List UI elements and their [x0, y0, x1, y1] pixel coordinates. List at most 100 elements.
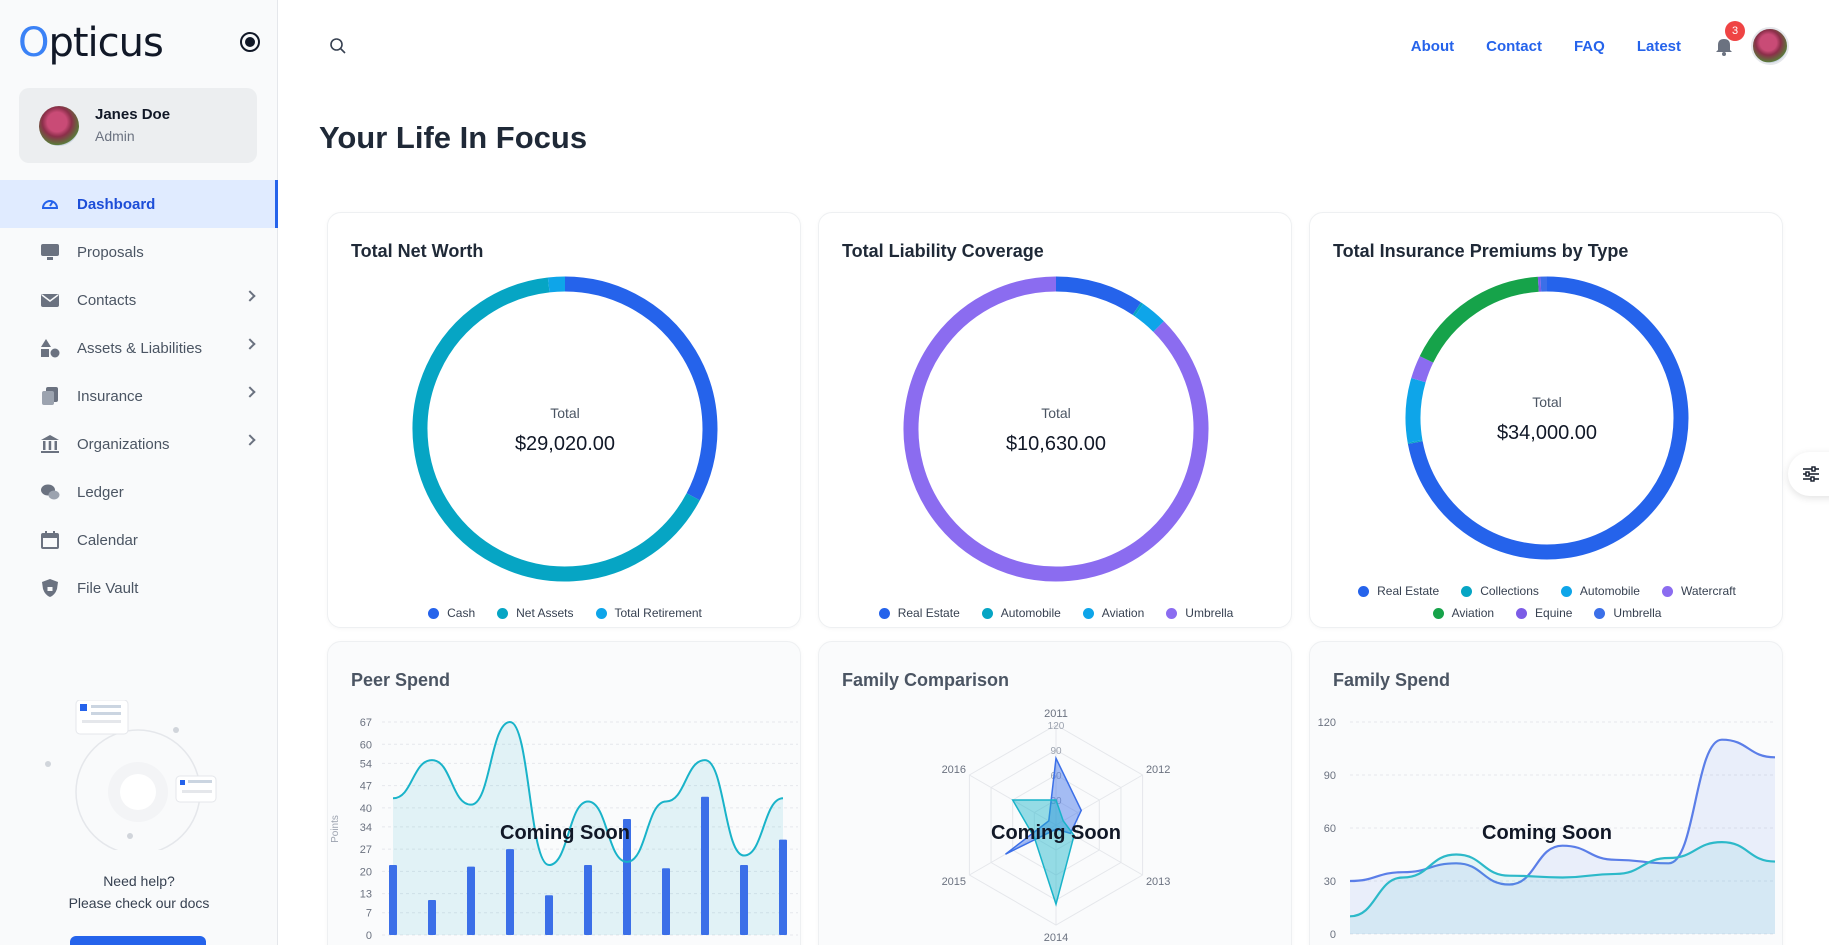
sidebar-item-contacts[interactable]: Contacts — [0, 276, 278, 324]
bar — [779, 839, 787, 935]
y-tick-label: 30 — [1324, 876, 1336, 888]
profile-avatar[interactable] — [1751, 27, 1789, 65]
coming-soon-label: Coming Soon — [991, 822, 1121, 844]
legend-label: Collections — [1480, 584, 1539, 598]
sliders-icon — [1803, 466, 1819, 482]
legend-item[interactable]: Automobile — [1560, 580, 1640, 602]
sidebar-item-label: Organizations — [77, 435, 170, 453]
card-family-spend: Family Spend 0 30 60 90 120 Coming Soon — [1309, 641, 1783, 945]
donut-center-label: Total — [1041, 405, 1071, 421]
nav-link-about[interactable]: About — [1411, 38, 1454, 55]
donut-slice — [1411, 356, 1434, 383]
legend-label: Automobile — [1579, 584, 1640, 598]
nav-link-faq[interactable]: FAQ — [1574, 38, 1605, 55]
sidebar-item-file-vault[interactable]: File Vault — [0, 564, 278, 612]
bar — [428, 900, 436, 935]
legend-item[interactable]: Real Estate — [1358, 580, 1439, 602]
help-text: Need help? Please check our docs — [0, 870, 278, 914]
y-tick-label: 7 — [366, 908, 372, 920]
docs-button[interactable] — [70, 936, 206, 945]
legend-item[interactable]: Umbrella — [1166, 602, 1233, 624]
coming-soon-label: Coming Soon — [1482, 822, 1612, 844]
chevron-right-icon — [244, 434, 256, 446]
radar-axis-label: 2014 — [1044, 932, 1068, 944]
donut-center-value: $34,000.00 — [1496, 422, 1598, 444]
donut-slice — [1055, 276, 1141, 315]
sidebar-nav: Dashboard Proposals Contacts Assets & Li… — [0, 180, 278, 612]
legend-item[interactable]: Total Retirement — [595, 602, 702, 624]
bar — [662, 868, 670, 935]
bar — [467, 866, 475, 935]
bar — [545, 895, 553, 935]
legend-item[interactable]: Aviation — [1082, 602, 1144, 624]
card-total-net-worth: Total Net Worth Total $29,020.00 Cash Ne… — [327, 212, 801, 628]
user-role: Admin — [95, 128, 135, 144]
legend-dot — [878, 607, 890, 619]
legend-label: Total Retirement — [614, 606, 702, 620]
sidebar-item-insurance[interactable]: Insurance — [0, 372, 278, 420]
sidebar-item-calendar[interactable]: Calendar — [0, 516, 278, 564]
sidebar-item-label: File Vault — [77, 579, 139, 597]
bar — [701, 796, 709, 935]
legend-item[interactable]: Collections — [1461, 580, 1539, 602]
y-tick-label: 120 — [1318, 717, 1336, 729]
legend-label: Automobile — [1000, 606, 1061, 620]
legend-dot — [595, 607, 607, 619]
bar — [740, 865, 748, 935]
legend-dot — [981, 607, 993, 619]
y-tick-label: 0 — [366, 930, 372, 942]
nav-link-latest[interactable]: Latest — [1637, 38, 1681, 55]
y-tick-label: 40 — [360, 803, 372, 815]
legend-item[interactable]: Net Assets — [497, 602, 574, 624]
bank-icon — [40, 434, 60, 454]
sidebar-item-assets-liabilities[interactable]: Assets & Liabilities — [0, 324, 278, 372]
user-card[interactable]: Janes Doe Admin — [19, 88, 257, 163]
page-title: Your Life In Focus — [319, 120, 588, 155]
legend-label: Aviation — [1451, 606, 1495, 620]
legend-dot — [1594, 607, 1606, 619]
legend-item[interactable]: Umbrella — [1594, 602, 1661, 624]
search-icon[interactable] — [328, 36, 348, 56]
legend-dot — [1560, 585, 1572, 597]
settings-fab[interactable] — [1788, 452, 1829, 496]
nav-link-contact[interactable]: Contact — [1486, 38, 1542, 55]
legend-item[interactable]: Watercraft — [1661, 580, 1736, 602]
sidebar-item-ledger[interactable]: Ledger — [0, 468, 278, 516]
monitor-icon — [40, 242, 60, 262]
area-chart: 0306090120 — [1318, 717, 1776, 941]
y-tick-label: 27 — [360, 844, 372, 856]
card-family-comparison: Family Comparison 2011 2012 2013 2014 2015 20… — [818, 641, 1292, 945]
y-tick-label: 54 — [360, 758, 372, 770]
help-subtitle: Please check our docs — [68, 895, 210, 911]
sidebar-toggle-icon[interactable] — [240, 32, 260, 52]
chart-legend: Real Estate Collections Automobile Water… — [1310, 580, 1782, 624]
bar-line-chart: 07132027344047546067Points — [330, 717, 798, 942]
notifications-button[interactable]: 3 — [1713, 21, 1745, 57]
y-tick-label: 90 — [1324, 770, 1336, 782]
donut-center-value: $10,630.00 — [1005, 433, 1107, 455]
sidebar-item-proposals[interactable]: Proposals — [0, 228, 278, 276]
donut-center-value: $29,020.00 — [514, 433, 616, 455]
legend-item[interactable]: Cash — [428, 602, 475, 624]
chevron-right-icon — [244, 386, 256, 398]
sidebar-item-organizations[interactable]: Organizations — [0, 420, 278, 468]
legend-item[interactable]: Equine — [1516, 602, 1572, 624]
legend-label: Umbrella — [1185, 606, 1234, 620]
radar-chart: 201120122013201420152016306090120 — [942, 708, 1171, 944]
shapes-icon — [40, 338, 60, 358]
card-peer-spend: Peer Spend 0 7 13 20 27 34 40 47 54 60 67 Points Co… — [327, 641, 801, 945]
envelope-icon — [40, 290, 60, 310]
sidebar-item-label: Dashboard — [77, 195, 156, 213]
app-logo[interactable]: Opticus — [18, 20, 164, 66]
legend-item[interactable]: Automobile — [981, 602, 1061, 624]
logo-text: pticus — [48, 20, 163, 66]
sidebar-item-dashboard[interactable]: Dashboard — [0, 180, 278, 228]
donut-slice — [412, 277, 700, 582]
y-tick-label: 60 — [360, 739, 372, 751]
legend-item[interactable]: Aviation — [1432, 602, 1495, 624]
help-title: Need help? — [103, 873, 175, 889]
legend-item[interactable]: Real Estate — [878, 602, 960, 624]
chevron-right-icon — [244, 290, 256, 302]
radar-axis-label: 2013 — [1146, 876, 1170, 888]
card-total-liability-coverage: Total Liability Coverage Total $10,630.0… — [818, 212, 1292, 628]
